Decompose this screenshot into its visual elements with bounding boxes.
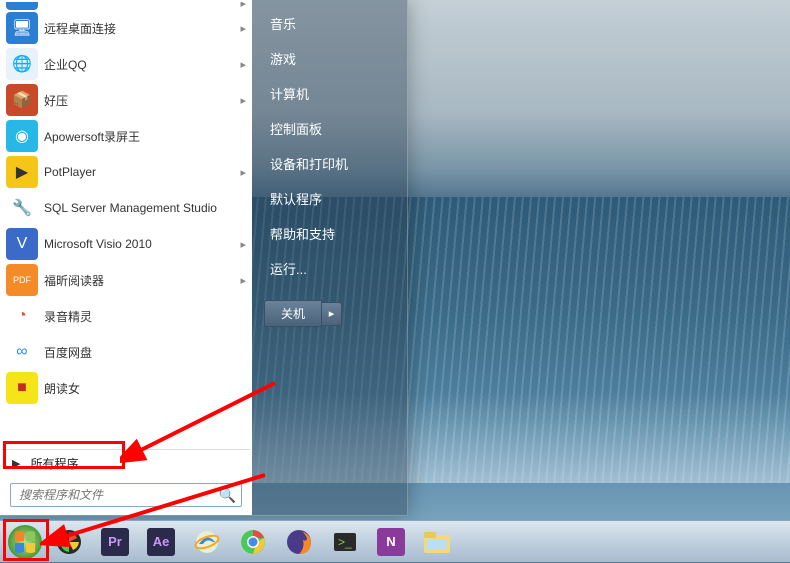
search-row: 🔍 <box>10 483 242 507</box>
chevron-right-icon: ▸ <box>240 2 246 10</box>
app-icon: ◔ <box>6 300 38 332</box>
start-button[interactable] <box>4 521 46 563</box>
taskbar: PrAe >_ N <box>0 520 790 562</box>
start-menu-right-panel: 音乐游戏计算机控制面板设备和打印机默认程序帮助和支持运行... 关机 ▸ <box>252 0 407 515</box>
taskbar-icon-onenote[interactable]: N <box>369 524 413 560</box>
app-icon: V <box>6 228 38 260</box>
right-item-label: 默认程序 <box>270 192 322 207</box>
list-item[interactable]: ◔ 录音精灵 <box>2 298 250 334</box>
taskbar-icon-explorer[interactable] <box>415 524 459 560</box>
list-item[interactable]: 🖥 远程桌面连接 ▸ <box>2 10 250 46</box>
shutdown-button[interactable]: 关机 <box>264 300 322 327</box>
right-panel-item[interactable]: 运行... <box>252 251 407 286</box>
list-item-label: 远程桌面连接 <box>44 20 116 37</box>
list-item-label: 录音精灵 <box>44 308 92 325</box>
search-icon[interactable]: 🔍 <box>219 487 236 504</box>
right-item-label: 运行... <box>270 262 307 277</box>
list-item[interactable]: ▶ PotPlayer ▸ <box>2 154 250 190</box>
taskbar-icon-after-effects[interactable]: Ae <box>139 524 183 560</box>
app-icon: 🌐 <box>6 48 38 80</box>
list-item[interactable]: ∞ 百度网盘 <box>2 334 250 370</box>
app-icon: 🔧 <box>6 192 38 224</box>
right-panel-item[interactable]: 控制面板 <box>252 111 407 146</box>
start-menu-left-panel: ▸ 🖥 远程桌面连接 ▸ 🌐 企业QQ ▸ 📦 好压 ▸ ◉ Apowersof… <box>0 0 252 515</box>
chevron-right-icon: ▸ <box>240 274 246 287</box>
chevron-right-icon: ▸ <box>240 238 246 251</box>
right-panel-item[interactable]: 默认程序 <box>252 181 407 216</box>
app-icon: ■ <box>6 372 38 404</box>
app-icon: PDF <box>6 264 38 296</box>
list-item-label: 朗读女 <box>44 380 80 397</box>
right-panel-item[interactable]: 设备和打印机 <box>252 146 407 181</box>
triangle-right-icon: ▶ <box>12 457 20 470</box>
shutdown-group: 关机 ▸ <box>264 300 395 327</box>
list-item-label: Microsoft Visio 2010 <box>44 237 152 251</box>
right-item-label: 控制面板 <box>270 122 322 137</box>
right-item-label: 游戏 <box>270 52 296 67</box>
list-item[interactable]: ■ 朗读女 <box>2 370 250 406</box>
list-item[interactable]: 🌐 企业QQ ▸ <box>2 46 250 82</box>
taskbar-icon-chrome[interactable] <box>231 524 275 560</box>
right-panel-item[interactable]: 音乐 <box>252 6 407 41</box>
right-item-label: 设备和打印机 <box>270 157 348 172</box>
right-item-label: 帮助和支持 <box>270 227 335 242</box>
all-programs-label: 所有程序 <box>30 455 78 472</box>
taskbar-icon-pinwheel[interactable] <box>47 524 91 560</box>
programs-list: ▸ 🖥 远程桌面连接 ▸ 🌐 企业QQ ▸ 📦 好压 ▸ ◉ Apowersof… <box>2 2 250 447</box>
right-panel-item[interactable]: 计算机 <box>252 76 407 111</box>
list-item[interactable]: V Microsoft Visio 2010 ▸ <box>2 226 250 262</box>
list-item-label: 百度网盘 <box>44 344 92 361</box>
app-icon: 📦 <box>6 84 38 116</box>
right-panel-item[interactable]: 帮助和支持 <box>252 216 407 251</box>
right-panel-item[interactable]: 游戏 <box>252 41 407 76</box>
list-item[interactable]: ◉ Apowersoft录屏王 <box>2 118 250 154</box>
list-item-label: 福昕阅读器 <box>44 272 104 289</box>
chevron-right-icon: ▸ <box>240 166 246 179</box>
list-item-label: 好压 <box>44 92 68 109</box>
right-item-label: 音乐 <box>270 17 296 32</box>
chevron-right-icon: ▸ <box>240 58 246 71</box>
shutdown-options-button[interactable]: ▸ <box>322 302 342 326</box>
right-item-label: 计算机 <box>270 87 309 102</box>
taskbar-icon-firefox[interactable] <box>277 524 321 560</box>
app-icon: 🖥 <box>6 12 38 44</box>
svg-text:>_: >_ <box>338 535 352 549</box>
list-item[interactable]: PDF 福昕阅读器 ▸ <box>2 262 250 298</box>
list-item-label: PotPlayer <box>44 165 96 179</box>
chevron-right-icon: ▸ <box>240 94 246 107</box>
list-item[interactable]: ▸ <box>2 2 250 10</box>
start-menu: ▸ 🖥 远程桌面连接 ▸ 🌐 企业QQ ▸ 📦 好压 ▸ ◉ Apowersof… <box>0 0 408 516</box>
all-programs-button[interactable]: ▶ 所有程序 <box>2 449 250 477</box>
taskbar-icon-ie[interactable] <box>185 524 229 560</box>
taskbar-icon-premiere[interactable]: Pr <box>93 524 137 560</box>
list-item[interactable]: 🔧 SQL Server Management Studio <box>2 190 250 226</box>
search-input[interactable] <box>10 483 242 507</box>
taskbar-icon-terminal[interactable]: >_ <box>323 524 367 560</box>
app-icon: ∞ <box>6 336 38 368</box>
app-icon: ◉ <box>6 120 38 152</box>
windows-logo-icon <box>7 524 43 560</box>
list-item-label: 企业QQ <box>44 56 87 73</box>
list-item-label: SQL Server Management Studio <box>44 201 217 215</box>
chevron-right-icon: ▸ <box>240 22 246 35</box>
app-icon: ▶ <box>6 156 38 188</box>
list-item[interactable]: 📦 好压 ▸ <box>2 82 250 118</box>
app-icon <box>6 2 38 10</box>
list-item-label: Apowersoft录屏王 <box>44 128 140 145</box>
